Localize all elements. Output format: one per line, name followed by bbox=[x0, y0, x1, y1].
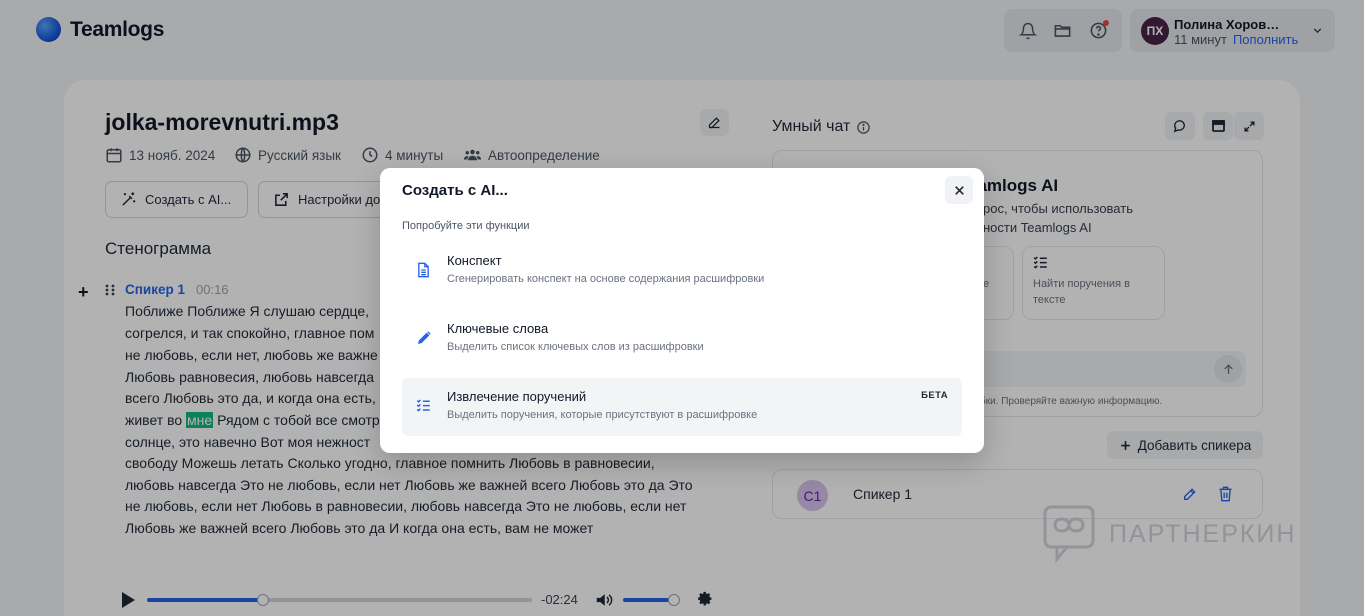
option-task-extraction[interactable]: Извлечение поручений Выделить поручения,… bbox=[402, 378, 962, 436]
option-title: Ключевые слова bbox=[447, 321, 549, 336]
create-ai-modal: Создать с AI... Попробуйте эти функции К… bbox=[380, 168, 984, 453]
option-description: Сгенерировать конспект на основе содержа… bbox=[447, 273, 765, 285]
option-title: Конспект bbox=[447, 253, 502, 268]
option-description: Выделить поручения, которые присутствуют… bbox=[447, 409, 758, 421]
modal-title: Создать с AI... bbox=[402, 182, 508, 199]
option-keywords[interactable]: Ключевые слова Выделить список ключевых … bbox=[402, 310, 962, 368]
option-description: Выделить список ключевых слов из расшифр… bbox=[447, 341, 704, 353]
close-icon bbox=[954, 185, 964, 195]
option-summary[interactable]: Конспект Сгенерировать конспект на основ… bbox=[402, 242, 962, 300]
option-title: Извлечение поручений bbox=[447, 389, 587, 404]
document-icon bbox=[418, 262, 429, 278]
close-modal-button[interactable] bbox=[945, 176, 973, 204]
beta-badge: БЕТА bbox=[921, 390, 948, 401]
modal-subtitle: Попробуйте эти функции bbox=[402, 220, 530, 232]
pencil-icon bbox=[418, 331, 431, 344]
task-list-icon bbox=[416, 399, 430, 412]
